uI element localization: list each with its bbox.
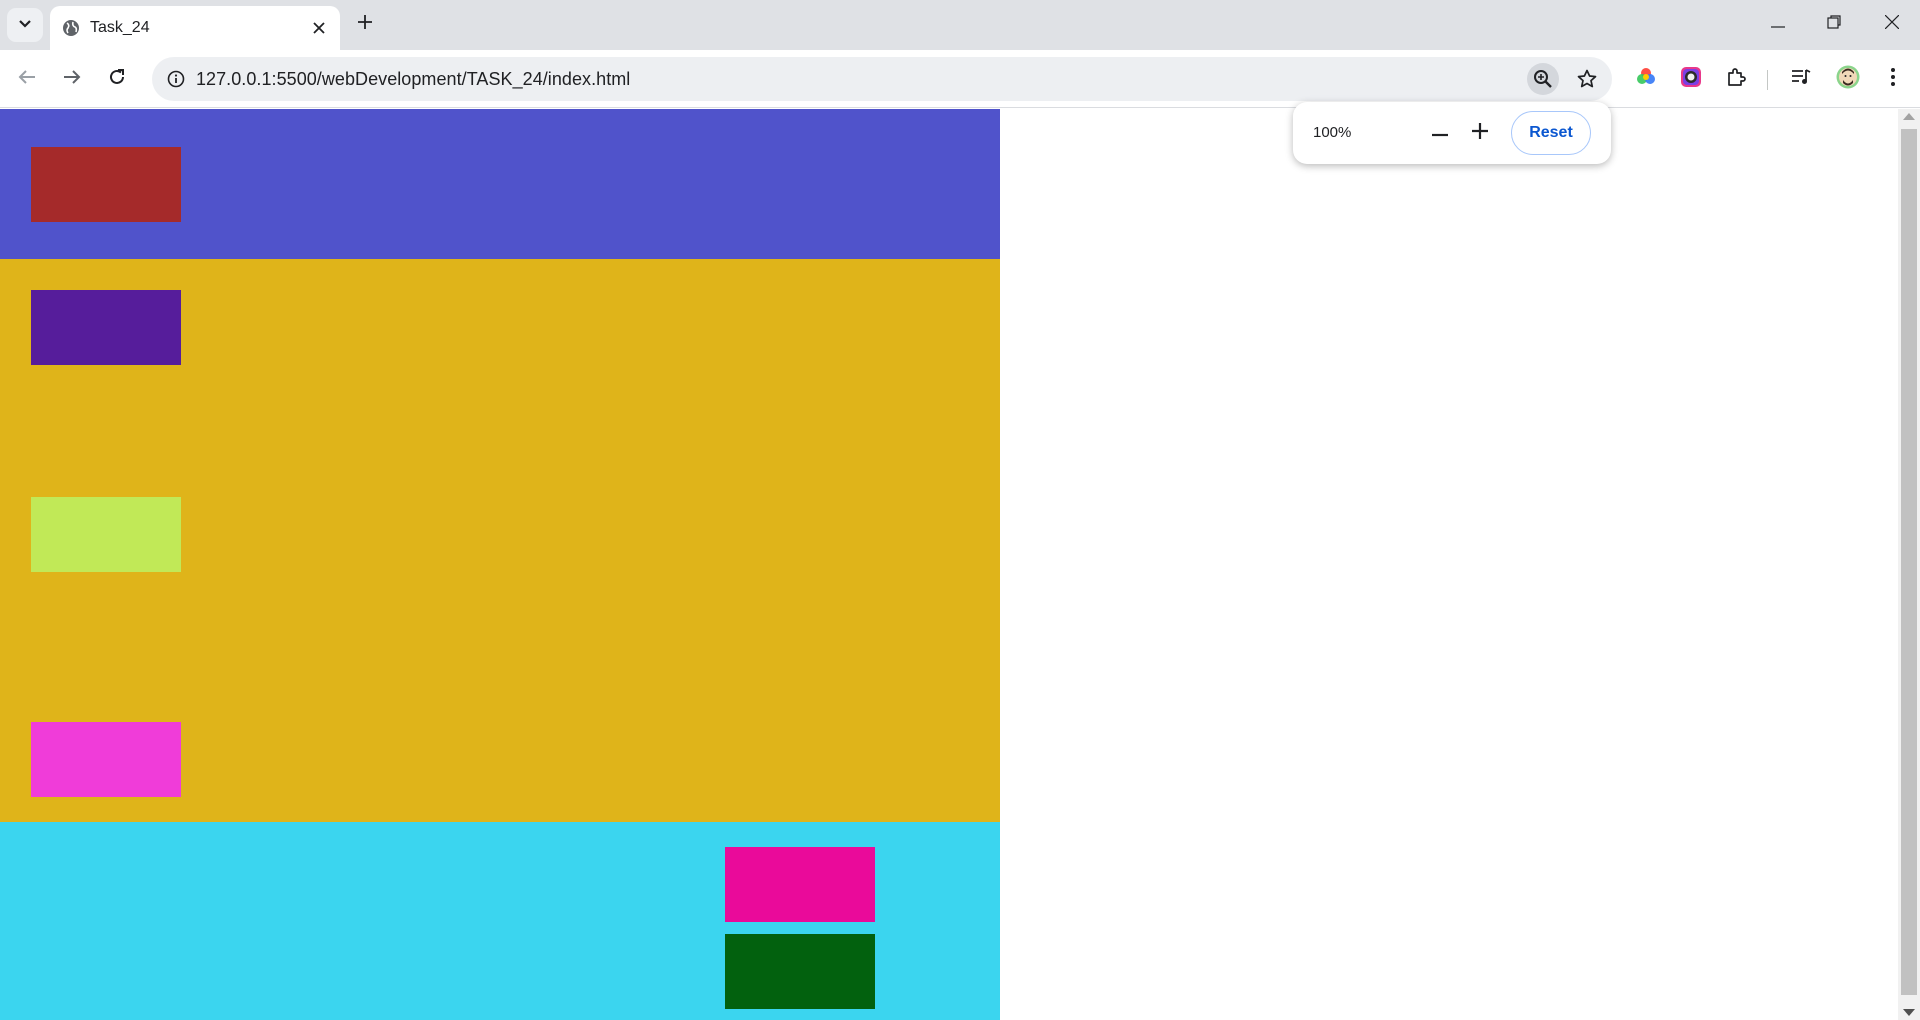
restore-button[interactable] xyxy=(1806,0,1862,48)
window-close-button[interactable] xyxy=(1864,0,1920,48)
reload-icon xyxy=(108,68,126,91)
site-info-icon[interactable] xyxy=(160,63,192,95)
box-6 xyxy=(725,934,875,1009)
box-1 xyxy=(31,147,181,222)
box-5 xyxy=(725,847,875,922)
reset-button[interactable]: Reset xyxy=(1511,111,1591,155)
tab-search-button[interactable] xyxy=(7,8,43,42)
color-picker-icon xyxy=(1680,66,1702,93)
box-4 xyxy=(31,722,181,797)
scroll-down-arrow[interactable] xyxy=(1903,1009,1915,1016)
forward-arrow-icon xyxy=(63,69,81,90)
tab-title: Task_24 xyxy=(90,19,150,36)
star-icon[interactable] xyxy=(1571,63,1603,95)
tab-search-icon xyxy=(18,16,32,34)
zoom-level: 100% xyxy=(1313,124,1352,141)
scroll-up-arrow[interactable] xyxy=(1903,113,1915,120)
chrome-menu-button[interactable] xyxy=(1876,62,1910,96)
top-section xyxy=(0,109,1000,259)
vertical-scrollbar[interactable] xyxy=(1898,109,1920,1020)
color-picker-extension[interactable] xyxy=(1674,62,1708,96)
tab-strip: Task_24 xyxy=(0,0,1920,50)
url-text: 127.0.0.1:5500/webDevelopment/TASK_24/in… xyxy=(196,69,631,89)
puzzle-icon xyxy=(1726,67,1746,92)
close-icon[interactable] xyxy=(308,17,330,39)
minimize-icon xyxy=(1771,15,1785,33)
profile-button[interactable] xyxy=(1831,62,1865,96)
plus-icon xyxy=(358,14,372,34)
kebab-menu-icon xyxy=(1891,67,1895,91)
color-wheel-icon xyxy=(1636,67,1656,92)
box-3 xyxy=(31,497,181,572)
back-arrow-icon xyxy=(18,69,36,90)
media-queue-icon xyxy=(1791,68,1811,91)
extensions-button[interactable] xyxy=(1719,62,1753,96)
reload-button[interactable] xyxy=(100,62,134,96)
browser-tab[interactable]: Task_24 xyxy=(50,6,340,50)
plus-icon xyxy=(1472,122,1488,144)
toolbar-divider xyxy=(1767,70,1768,90)
box-2 xyxy=(31,290,181,365)
zoom-icon[interactable] xyxy=(1527,63,1559,95)
new-tab-button[interactable] xyxy=(352,10,378,38)
address-bar[interactable]: 127.0.0.1:5500/webDevelopment/TASK_24/in… xyxy=(152,57,1612,101)
middle-section xyxy=(0,259,1000,822)
zoom-out-button[interactable] xyxy=(1423,116,1457,150)
zoom-in-button[interactable] xyxy=(1463,116,1497,150)
zoom-popup: 100% Reset xyxy=(1293,102,1611,164)
color-wheel-extension[interactable] xyxy=(1629,62,1663,96)
media-control-button[interactable] xyxy=(1784,62,1818,96)
page-viewport xyxy=(0,109,1898,1020)
minus-icon xyxy=(1432,124,1448,142)
globe-icon xyxy=(62,19,80,37)
scroll-thumb[interactable] xyxy=(1901,129,1917,995)
restore-icon xyxy=(1827,14,1841,34)
minimize-button[interactable] xyxy=(1750,0,1806,48)
back-button[interactable] xyxy=(10,62,44,96)
bottom-section xyxy=(0,822,1000,1020)
forward-button[interactable] xyxy=(55,62,89,96)
toolbar: 127.0.0.1:5500/webDevelopment/TASK_24/in… xyxy=(0,50,1920,108)
avatar-icon xyxy=(1836,65,1860,94)
window-close-icon xyxy=(1884,14,1900,34)
